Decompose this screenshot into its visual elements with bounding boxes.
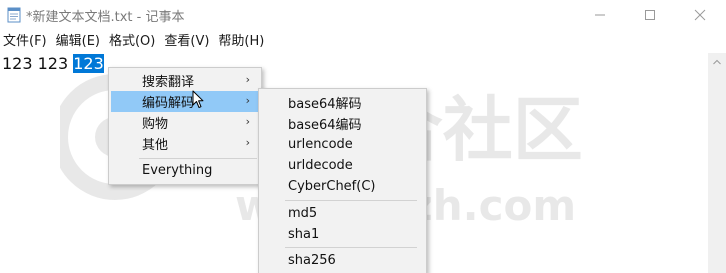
submenu-item-base64-decode[interactable]: base64解码 — [261, 91, 424, 113]
submenu-item-label: base64编码 — [288, 117, 362, 133]
window-title: *新建文本文档.txt - 记事本 — [26, 10, 185, 25]
maximize-button[interactable] — [627, 0, 673, 30]
submenu-item-label: urldecode — [288, 157, 353, 173]
encode-decode-submenu: base64解码 base64编码 urlencode urldecode Cy… — [258, 88, 427, 273]
maximize-icon — [645, 10, 655, 20]
submenu-item-label: sha1 — [288, 226, 320, 242]
context-item-label: 编码解码 — [142, 96, 195, 111]
context-item-everything[interactable]: Everything — [111, 160, 259, 181]
menu-separator — [139, 158, 257, 159]
menu-separator — [285, 200, 417, 201]
context-item-label: 购物 — [142, 117, 169, 132]
chevron-right-icon: › — [245, 94, 250, 107]
context-item-shopping[interactable]: 购物 › — [111, 112, 259, 133]
submenu-item-sha256[interactable]: sha256 — [261, 249, 424, 271]
menu-help[interactable]: 帮助(H) — [215, 32, 270, 52]
menu-edit[interactable]: 编辑(E) — [53, 32, 106, 52]
vertical-scrollbar[interactable] — [708, 53, 726, 273]
submenu-item-urldecode[interactable]: urldecode — [261, 154, 424, 176]
submenu-item-base64-encode[interactable]: base64编码 — [261, 112, 424, 134]
context-item-encode-decode[interactable]: 编码解码 › — [111, 91, 259, 112]
context-item-label: Everything — [142, 163, 213, 178]
notepad-window: *新建文本文档.txt - 记事本 文件(F) 编辑(E) 格式(O) 查看(V… — [0, 0, 726, 273]
mouse-cursor-icon — [192, 90, 204, 108]
close-button[interactable] — [677, 0, 723, 30]
selected-text: 123 — [73, 54, 104, 73]
submenu-item-label: md5 — [288, 205, 318, 221]
context-item-label: 其他 — [142, 138, 169, 153]
chevron-up-icon — [713, 59, 721, 65]
text-line: 123 123 123 — [2, 53, 104, 74]
menu-bar: 文件(F) 编辑(E) 格式(O) 查看(V) 帮助(H) — [0, 31, 726, 53]
context-item-label: 搜索翻译 — [142, 75, 195, 90]
menu-separator — [285, 247, 417, 248]
chevron-right-icon: › — [245, 73, 250, 86]
chevron-right-icon: › — [245, 115, 250, 128]
submenu-item-label: urlencode — [288, 136, 353, 152]
submenu-item-label: sha256 — [288, 252, 336, 268]
context-menu: 搜索翻译 › 编码解码 › 购物 › 其他 › Everything — [108, 67, 262, 185]
menu-format[interactable]: 格式(O) — [106, 32, 161, 52]
context-item-other[interactable]: 其他 › — [111, 133, 259, 154]
chevron-right-icon: › — [245, 136, 250, 149]
title-bar[interactable]: *新建文本文档.txt - 记事本 — [0, 0, 726, 30]
submenu-item-label: base64解码 — [288, 96, 362, 112]
minimize-icon — [595, 14, 605, 16]
menu-view[interactable]: 查看(V) — [161, 32, 215, 52]
notepad-app-icon — [7, 7, 21, 23]
submenu-item-urlencode[interactable]: urlencode — [261, 133, 424, 155]
submenu-item-cyberchef[interactable]: CyberChef(C) — [261, 175, 424, 197]
context-item-search-translate[interactable]: 搜索翻译 › — [111, 70, 259, 91]
close-icon — [694, 9, 706, 21]
submenu-item-label: CyberChef(C) — [288, 178, 376, 194]
submenu-item-sha1[interactable]: sha1 — [261, 223, 424, 245]
minimize-button[interactable] — [577, 0, 623, 30]
scroll-up-button[interactable] — [708, 53, 726, 71]
menu-file[interactable]: 文件(F) — [0, 32, 53, 52]
text-content: 123 123 — [2, 54, 74, 73]
submenu-item-md5[interactable]: md5 — [261, 202, 424, 224]
